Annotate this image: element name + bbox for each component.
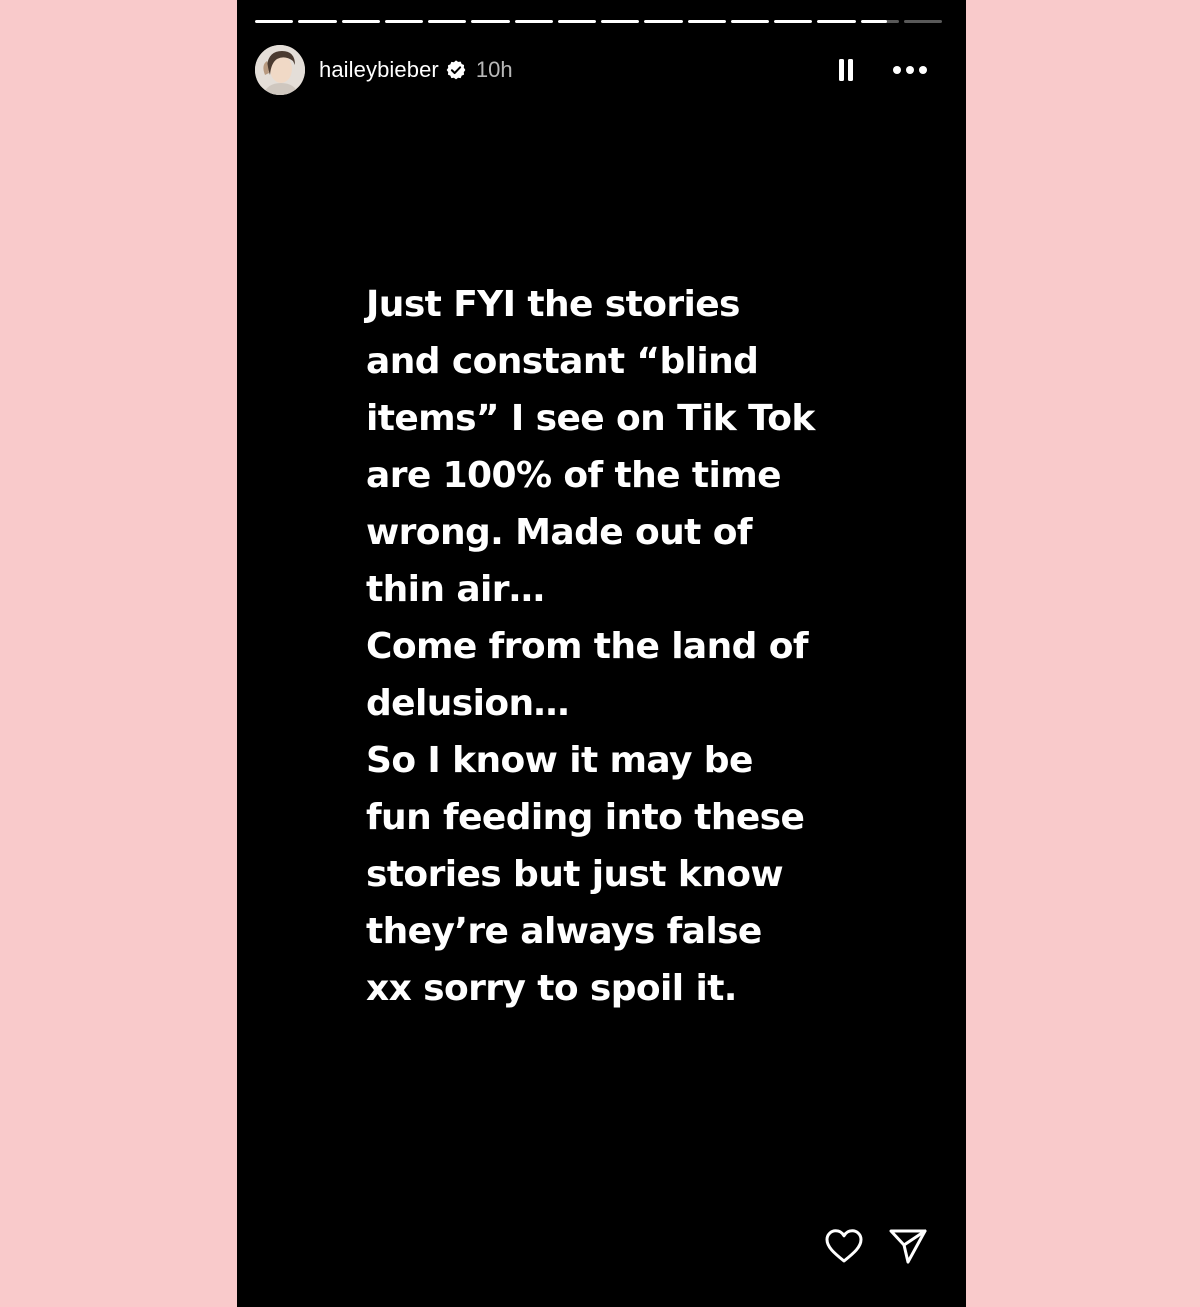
story-footer — [822, 1224, 930, 1268]
progress-segment — [255, 20, 294, 23]
progress-segment — [298, 20, 337, 23]
story-text-line: are 100% of the time — [366, 455, 782, 496]
progress-segment — [817, 20, 856, 23]
progress-segment — [730, 20, 769, 23]
progress-segment — [644, 20, 683, 23]
progress-segment — [601, 20, 640, 23]
story-text-line: So I know it may be — [366, 740, 753, 781]
story-text-line: wrong. Made out of — [366, 512, 752, 553]
story-text-line: and constant “blind — [366, 341, 759, 382]
progress-segment — [428, 20, 467, 23]
more-options-button[interactable] — [890, 56, 930, 84]
heart-icon — [825, 1229, 863, 1263]
pause-icon — [839, 59, 853, 81]
story-text-line: items” I see on Tik Tok — [366, 398, 815, 439]
story-text-line: fun feeding into these — [366, 797, 805, 838]
progress-segment — [903, 20, 942, 23]
story-timestamp: 10h — [475, 57, 513, 82]
story-text-line: xx sorry to spoil it. — [366, 968, 737, 1009]
story-text-line: Come from the land of — [366, 626, 809, 667]
progress-segment — [774, 20, 813, 23]
story-text-line: delusion… — [366, 683, 569, 724]
progress-segment — [557, 20, 596, 23]
story-text-line: Just FYI the stories — [366, 284, 740, 325]
share-button[interactable] — [886, 1224, 930, 1268]
story-controls — [834, 56, 948, 84]
story-text-line: stories but just know — [366, 854, 784, 895]
username[interactable]: haileybieber — [319, 57, 439, 83]
progress-segment — [471, 20, 510, 23]
story-viewer[interactable]: haileybieber 10h Just FYI the stories an… — [237, 0, 966, 1307]
profile-avatar[interactable] — [255, 45, 305, 95]
more-options-icon — [893, 66, 927, 74]
story-text-line: thin air… — [366, 569, 545, 610]
story-header: haileybieber 10h — [255, 44, 948, 96]
progress-segment — [341, 20, 380, 23]
progress-segment — [514, 20, 553, 23]
progress-segment — [687, 20, 726, 23]
verified-badge-icon — [445, 59, 467, 81]
progress-segment — [384, 20, 423, 23]
send-icon — [889, 1229, 927, 1264]
progress-segment — [860, 20, 899, 23]
pause-button[interactable] — [834, 56, 858, 84]
story-text-content: Just FYI the stories and constant “blind i… — [366, 276, 886, 1017]
story-text-line: they’re always false — [366, 911, 762, 952]
like-button[interactable] — [822, 1224, 866, 1268]
story-progress-bar — [255, 20, 942, 23]
